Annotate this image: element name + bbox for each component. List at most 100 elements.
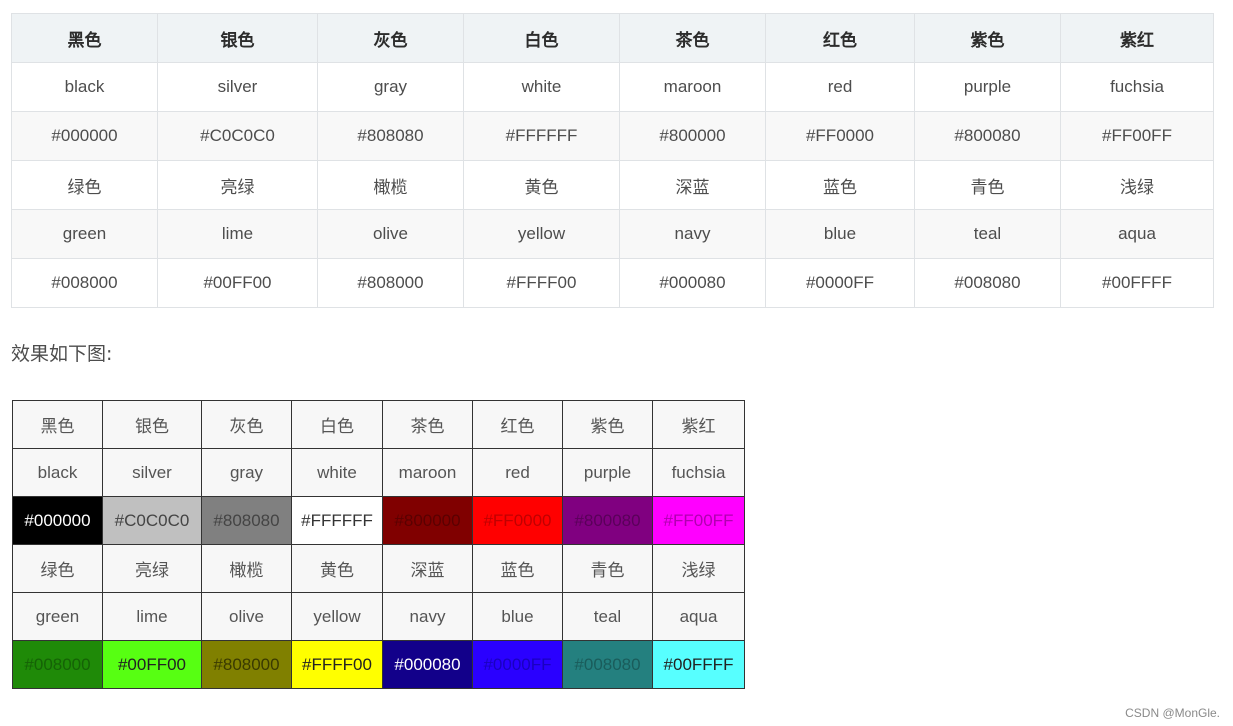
table-cell: white	[291, 448, 383, 497]
table-row: 绿色 亮绿 橄榄 黄色 深蓝 蓝色 青色 浅绿	[11, 160, 1214, 210]
table-cell: 橄榄	[317, 160, 464, 210]
table-cell: 青色	[914, 160, 1061, 210]
table-cell: teal	[562, 592, 653, 641]
color-swatch-cell: #00FF00	[102, 640, 202, 689]
table-row: 黑色 银色 灰色 白色 茶色 红色 紫色 紫红	[12, 400, 745, 449]
table-cell: 深蓝	[619, 160, 766, 210]
table-cell: teal	[914, 209, 1061, 259]
result-caption: 效果如下图:	[11, 343, 113, 365]
table-row: #008000 #00FF00 #808000 #FFFF00 #000080 …	[11, 258, 1214, 308]
table-cell: navy	[382, 592, 473, 641]
table-cell: #008000	[11, 258, 158, 308]
table-row: black silver gray white maroon red purple fuchs…	[12, 448, 745, 497]
table-cell: red	[765, 62, 915, 112]
table-cell: olive	[317, 209, 464, 259]
table-cell: silver	[157, 62, 318, 112]
table-cell: 紫色	[562, 400, 653, 449]
table-cell: 绿色	[11, 160, 158, 210]
table-cell: yellow	[463, 209, 620, 259]
color-swatch-cell: #0000FF	[472, 640, 563, 689]
table-cell: blue	[472, 592, 563, 641]
color-swatch-cell: #FF00FF	[652, 496, 745, 545]
table-cell: maroon	[619, 62, 766, 112]
table-cell: 橄榄	[201, 544, 292, 593]
table-cell: #000000	[11, 111, 158, 161]
watermark: CSDN @MonGle.	[1125, 706, 1220, 720]
table-cell: #808080	[317, 111, 464, 161]
table-cell: purple	[914, 62, 1061, 112]
color-swatch-cell: #800080	[562, 496, 653, 545]
table-cell: #FFFFFF	[463, 111, 620, 161]
table-cell: navy	[619, 209, 766, 259]
header-cell: 红色	[765, 13, 915, 63]
table-cell: white	[463, 62, 620, 112]
table-cell: 灰色	[201, 400, 292, 449]
color-swatch-table: 黑色 银色 灰色 白色 茶色 红色 紫色 紫红 black silver gray white maro…	[12, 400, 745, 689]
table-cell: #000080	[619, 258, 766, 308]
table-cell: black	[11, 62, 158, 112]
color-swatch-cell: #000000	[12, 496, 103, 545]
header-cell: 紫色	[914, 13, 1061, 63]
color-swatch-cell: #808000	[201, 640, 292, 689]
color-swatch-cell: #FFFF00	[291, 640, 383, 689]
color-swatch-cell: #FF0000	[472, 496, 563, 545]
color-swatch-cell: #008000	[12, 640, 103, 689]
table-cell: maroon	[382, 448, 473, 497]
table-header-row: 黑色 银色 灰色 白色 茶色 红色 紫色 紫红	[11, 13, 1214, 63]
color-swatch-cell: #00FFFF	[652, 640, 745, 689]
table-cell: #800000	[619, 111, 766, 161]
table-cell: #C0C0C0	[157, 111, 318, 161]
table-cell: 黄色	[463, 160, 620, 210]
table-cell: 青色	[562, 544, 653, 593]
table-cell: 蓝色	[472, 544, 563, 593]
table-cell: 蓝色	[765, 160, 915, 210]
table-cell: #0000FF	[765, 258, 915, 308]
table-cell: 亮绿	[157, 160, 318, 210]
header-cell: 灰色	[317, 13, 464, 63]
table-row: #000000 #C0C0C0 #808080 #FFFFFF #800000 …	[11, 111, 1214, 161]
table-row: #008000 #00FF00 #808000 #FFFF00 #000080 #0000…	[12, 640, 745, 689]
color-swatch-cell: #800000	[382, 496, 473, 545]
table-cell: 茶色	[382, 400, 473, 449]
table-cell: blue	[765, 209, 915, 259]
table-cell: 浅绿	[652, 544, 745, 593]
table-row: black silver gray white maroon red purpl…	[11, 62, 1214, 112]
color-swatch-cell: #000080	[382, 640, 473, 689]
color-swatch-cell: #FFFFFF	[291, 496, 383, 545]
table-cell: fuchsia	[1060, 62, 1214, 112]
table-cell: 浅绿	[1060, 160, 1214, 210]
color-name-table: 黑色 银色 灰色 白色 茶色 红色 紫色 紫红 black silver gra…	[11, 13, 1214, 308]
color-swatch-cell: #008080	[562, 640, 653, 689]
table-cell: #800080	[914, 111, 1061, 161]
table-cell: aqua	[1060, 209, 1214, 259]
color-swatch-cell: #C0C0C0	[102, 496, 202, 545]
table-row: 绿色 亮绿 橄榄 黄色 深蓝 蓝色 青色 浅绿	[12, 544, 745, 593]
table-cell: olive	[201, 592, 292, 641]
table-cell: #00FF00	[157, 258, 318, 308]
table-cell: #FF00FF	[1060, 111, 1214, 161]
table-cell: red	[472, 448, 563, 497]
header-cell: 银色	[157, 13, 318, 63]
table-cell: 白色	[291, 400, 383, 449]
table-cell: green	[12, 592, 103, 641]
color-swatch-cell: #808080	[201, 496, 292, 545]
table-cell: 亮绿	[102, 544, 202, 593]
table-cell: 黄色	[291, 544, 383, 593]
table-cell: 银色	[102, 400, 202, 449]
header-cell: 紫红	[1060, 13, 1214, 63]
table-row: #000000 #C0C0C0 #808080 #FFFFFF #800000 #FF00…	[12, 496, 745, 545]
header-cell: 白色	[463, 13, 620, 63]
table-cell: purple	[562, 448, 653, 497]
table-cell: yellow	[291, 592, 383, 641]
table-cell: green	[11, 209, 158, 259]
table-cell: gray	[201, 448, 292, 497]
table-cell: 绿色	[12, 544, 103, 593]
table-cell: lime	[157, 209, 318, 259]
header-cell: 茶色	[619, 13, 766, 63]
table-cell: 紫红	[652, 400, 745, 449]
table-cell: 黑色	[12, 400, 103, 449]
table-cell: #FFFF00	[463, 258, 620, 308]
table-row: green lime olive yellow navy blue teal aqua	[12, 592, 745, 641]
table-row: green lime olive yellow navy blue teal a…	[11, 209, 1214, 259]
table-cell: black	[12, 448, 103, 497]
